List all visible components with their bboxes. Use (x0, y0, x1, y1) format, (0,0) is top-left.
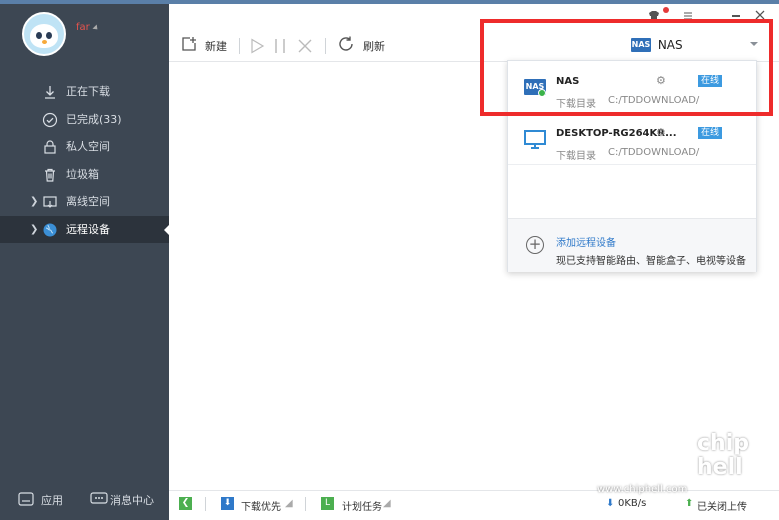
new-icon (182, 37, 196, 51)
minimize-icon[interactable] (731, 12, 741, 20)
refresh-label: 刷新 (363, 40, 385, 53)
device-select-value: NAS (657, 37, 683, 52)
download-speed: 0KB/s (618, 498, 647, 509)
refresh-icon (339, 36, 353, 51)
avatar-beak (42, 40, 47, 44)
schedule-task-button[interactable]: 计划任务 (342, 498, 382, 513)
chevron-right-icon[interactable]: ❯ (30, 188, 38, 216)
avatar-eye-left (36, 32, 42, 39)
nas-device-icon: NAS (524, 77, 546, 97)
sidebar-item-label: 私人空间 (66, 140, 110, 153)
message-center-button[interactable]: 消息中心 (110, 492, 154, 508)
delete-icon[interactable] (297, 38, 313, 54)
device-select[interactable]: NAS NAS (631, 37, 683, 55)
apps-icon[interactable] (18, 492, 34, 506)
globe-icon (43, 223, 57, 236)
username-text: far (76, 22, 90, 33)
sidebar-item-label: 离线空间 (66, 195, 110, 208)
collapse-icon[interactable]: ❮ (179, 497, 192, 510)
avatar-face (30, 24, 58, 48)
sidebar-item-offline-space[interactable]: ❯ 离线空间 (0, 188, 169, 216)
watermark-logo: chip hell (697, 431, 749, 480)
toolbar-divider (239, 38, 240, 54)
chevron-down-icon[interactable]: ◢ (285, 498, 293, 509)
check-circle-icon (42, 112, 58, 127)
download-dir-label: 下载目录 (556, 151, 596, 162)
upload-status[interactable]: 已关闭上传 (697, 498, 747, 513)
status-bar: ❮ ⬇ 下载优先 ◢ L 计划任务 ◢ ⬇ 0KB/s ⬆ 已关闭上传 (169, 490, 779, 520)
sidebar-item-downloading[interactable]: 正在下载 (0, 78, 169, 106)
watermark-text: www.chiphell.com (597, 484, 688, 495)
message-icon[interactable] (90, 492, 108, 506)
download-dir-label: 下载目录 (556, 99, 596, 110)
sidebar-item-label: 正在下载 (66, 85, 110, 98)
online-check-icon (538, 89, 546, 97)
main-panel: 新建 刷新 NAS NAS NAS NAS ⚙ 在线 下载目录 C:/TDDOW… (169, 4, 779, 520)
sidebar: far 正在下载 已完成(33) 私人空间 垃圾箱 ❯ 离线空间 ❯ 远程设备 (0, 4, 169, 520)
apps-button[interactable]: 应用 (41, 492, 63, 508)
cloud-space-icon (43, 196, 57, 208)
download-dir-path: C:/TDDOWNLOAD/ (608, 147, 700, 158)
sidebar-item-label: 垃圾箱 (66, 167, 99, 181)
trash-icon (45, 168, 55, 182)
chevron-down-icon[interactable]: ◢ (383, 498, 391, 509)
gear-icon[interactable]: ⚙ (656, 74, 666, 87)
download-speed-icon: ⬇ (606, 498, 615, 509)
menu-icon[interactable] (683, 12, 693, 20)
device-item-desktop[interactable]: DESKTOP-RG264KR... ⚙ 在线 下载目录 C:/TDDOWNLO… (508, 113, 756, 165)
upload-icon: ⬆ (685, 498, 694, 509)
sidebar-nav: 正在下载 已完成(33) 私人空间 垃圾箱 ❯ 离线空间 ❯ 远程设备 (0, 78, 169, 243)
close-icon[interactable] (755, 10, 765, 20)
download-icon (45, 86, 55, 99)
pause-icon[interactable] (273, 38, 287, 54)
avatar[interactable] (22, 12, 66, 56)
gear-icon[interactable]: ⚙ (656, 126, 666, 139)
status-badge: 在线 (698, 75, 723, 87)
statusbar-divider (205, 497, 206, 511)
statusbar-divider (305, 497, 306, 511)
status-badge: 在线 (698, 127, 723, 139)
toolbar: 新建 刷新 NAS NAS (169, 4, 779, 62)
skin-icon[interactable] (647, 10, 661, 22)
sidebar-item-label: 远程设备 (66, 222, 110, 236)
lock-icon (44, 140, 56, 154)
nas-device-icon: NAS (631, 37, 651, 52)
toolbar-divider (325, 38, 326, 54)
add-remote-device-link[interactable]: 添加远程设备 (556, 234, 616, 249)
device-dropdown: NAS NAS ⚙ 在线 下载目录 C:/TDDOWNLOAD/ DESKTOP… (507, 60, 757, 272)
chevron-down-icon (92, 24, 100, 32)
download-priority-button[interactable]: 下载优先 (241, 498, 281, 513)
notification-dot (663, 7, 669, 13)
download-priority-icon: ⬇ (221, 497, 234, 510)
sidebar-item-trash[interactable]: 垃圾箱 (0, 161, 169, 189)
new-task-label: 新建 (205, 40, 227, 53)
download-dir-path: C:/TDDOWNLOAD/ (608, 95, 700, 106)
sidebar-item-completed[interactable]: 已完成(33) (0, 106, 169, 134)
avatar-eye-right (46, 32, 52, 39)
add-remote-device-hint: 现已支持智能路由、智能盒子、电视等设备 (556, 256, 746, 267)
device-item-nas[interactable]: NAS NAS ⚙ 在线 下载目录 C:/TDDOWNLOAD/ (508, 61, 756, 113)
start-icon[interactable] (249, 38, 265, 54)
sidebar-item-remote-devices[interactable]: ❯ 远程设备 (0, 215, 169, 244)
chevron-down-icon[interactable] (749, 40, 759, 48)
schedule-icon: L (321, 497, 334, 510)
device-name: NAS (556, 76, 580, 87)
sidebar-item-label: 已完成(33) (66, 112, 122, 126)
sidebar-footer: 应用 消息中心 (0, 488, 169, 512)
add-remote-device[interactable]: + 添加远程设备 现已支持智能路由、智能盒子、电视等设备 (508, 218, 756, 272)
plus-icon: + (526, 236, 544, 254)
chevron-right-icon[interactable]: ❯ (30, 216, 38, 244)
sidebar-item-private-space[interactable]: 私人空间 (0, 133, 169, 161)
username[interactable]: far (76, 22, 100, 33)
monitor-icon (524, 130, 546, 149)
